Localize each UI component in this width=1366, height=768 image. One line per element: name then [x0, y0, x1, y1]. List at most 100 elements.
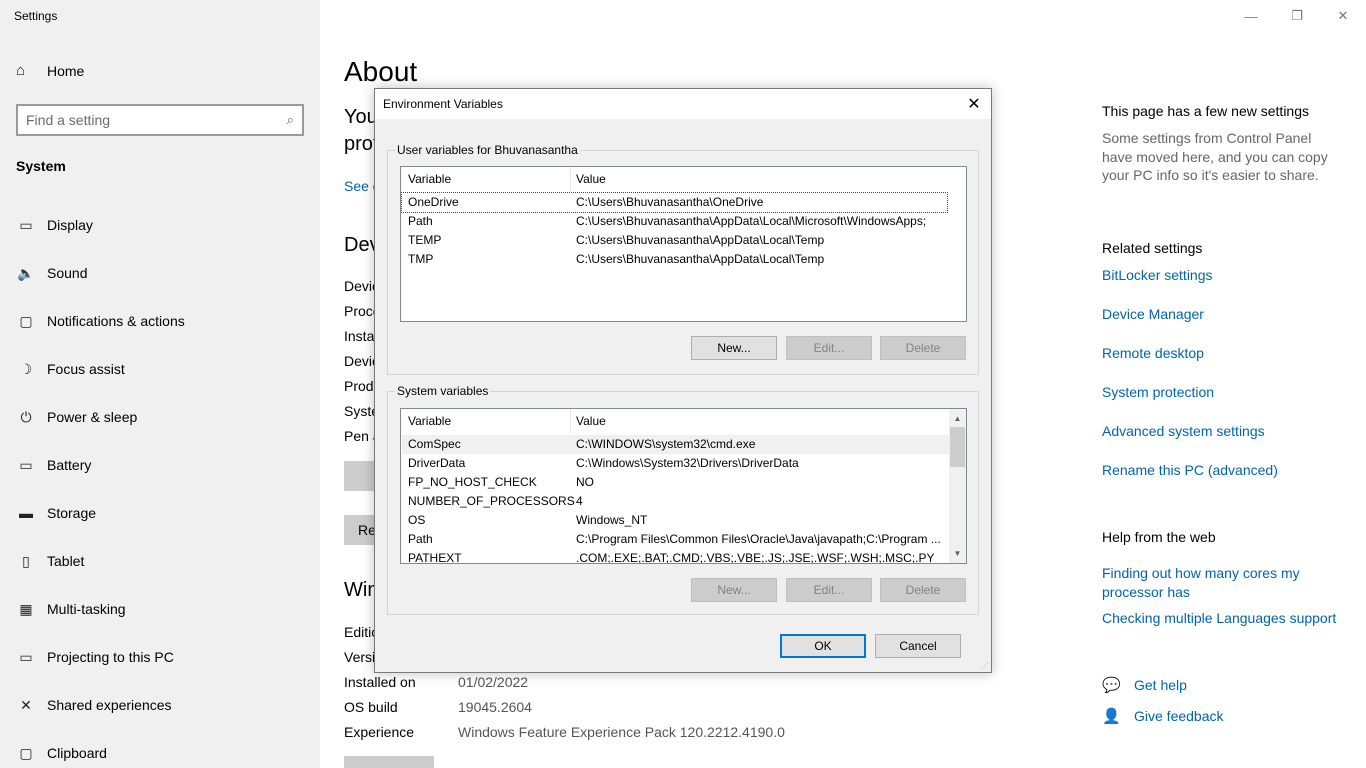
link-device-manager[interactable]: Device Manager: [1102, 305, 1352, 324]
link-cores[interactable]: Finding out how many cores my processor …: [1102, 564, 1332, 601]
environment-variables-dialog: Environment Variables ✕ User variables f…: [374, 88, 992, 673]
spec-key: Experience: [344, 724, 415, 740]
cancel-button[interactable]: Cancel: [875, 634, 961, 658]
link-advanced-system-settings[interactable]: Advanced system settings: [1102, 422, 1352, 441]
list-item[interactable]: TEMP C:\Users\Bhuvanasantha\AppData\Local…: [402, 231, 824, 250]
sidebar-item-label: Notifications & actions: [47, 313, 185, 329]
dialog-titlebar[interactable]: Environment Variables ✕: [375, 89, 991, 119]
list-item[interactable]: Path C:\Program Files\Common Files\Oracle…: [402, 530, 941, 549]
dialog-close-icon[interactable]: ✕: [963, 94, 985, 114]
sidebar-item-sound[interactable]: 🔈 Sound: [0, 249, 320, 297]
var-name: FP_NO_HOST_CHECK: [408, 475, 537, 489]
var-value: 4: [576, 494, 583, 508]
restore-icon[interactable]: ❐: [1274, 0, 1320, 32]
scroll-thumb[interactable]: [950, 427, 965, 467]
sidebar-item-power-sleep[interactable]: ⏻ Power & sleep: [0, 393, 320, 441]
ok-button[interactable]: OK: [780, 634, 866, 658]
new-settings-title: This page has a few new settings: [1102, 103, 1310, 119]
minimize-icon[interactable]: —: [1228, 0, 1274, 32]
related-settings-title: Related settings: [1102, 240, 1203, 256]
user-edit-button[interactable]: Edit...: [786, 336, 872, 360]
sidebar-item-label: Battery: [47, 457, 92, 473]
system-edit-button[interactable]: Edit...: [786, 578, 872, 602]
sidebar-item-storage[interactable]: ▬ Storage: [0, 489, 320, 537]
column-header-variable[interactable]: Variable: [401, 409, 571, 433]
list-item[interactable]: ComSpec C:\WINDOWS\system32\cmd.exe: [402, 435, 949, 454]
resize-grip-icon[interactable]: ⋰: [981, 661, 989, 670]
var-name: PATHEXT: [408, 551, 462, 564]
spec-value: Windows Feature Experience Pack 120.2212…: [458, 724, 785, 740]
sidebar-item-clipboard[interactable]: ▢ Clipboard: [0, 729, 320, 768]
list-item[interactable]: PATHEXT .COM;.EXE;.BAT;.CMD;.VBS;.VBE;.JS…: [402, 549, 935, 564]
sidebar-item-battery[interactable]: ▭ Battery: [0, 441, 320, 489]
sidebar-item-projecting[interactable]: ▭ Projecting to this PC: [0, 633, 320, 681]
list-item[interactable]: NUMBER_OF_PROCESSORS 4: [402, 492, 583, 511]
sidebar-item-display[interactable]: ▭ Display: [0, 201, 320, 249]
list-item[interactable]: Path C:\Users\Bhuvanasantha\AppData\Local…: [402, 212, 926, 231]
system-new-button[interactable]: New...: [691, 578, 777, 602]
tablet-icon: ▯: [22, 552, 30, 569]
user-new-button[interactable]: New...: [691, 336, 777, 360]
spec-key: OS build: [344, 699, 398, 715]
user-variables-label: User variables for Bhuvanasantha: [395, 143, 580, 157]
scroll-up-icon[interactable]: ▲: [949, 410, 966, 427]
column-header-value[interactable]: Value: [571, 409, 606, 433]
user-delete-button[interactable]: Delete: [880, 336, 966, 360]
list-item[interactable]: FP_NO_HOST_CHECK NO: [402, 473, 594, 492]
list-item[interactable]: OS Windows_NT: [402, 511, 647, 530]
sidebar-item-multitasking[interactable]: ▦ Multi-tasking: [0, 585, 320, 633]
var-value: C:\Users\Bhuvanasantha\AppData\Local\Tem…: [576, 252, 825, 266]
section-label: System: [16, 158, 66, 174]
column-header-variable[interactable]: Variable: [401, 167, 571, 191]
clipboard-icon: ▢: [19, 744, 33, 761]
var-value: Windows_NT: [576, 513, 648, 527]
close-icon[interactable]: ✕: [1320, 0, 1366, 32]
give-feedback-link[interactable]: 👤 Give feedback: [1102, 707, 1224, 725]
var-name: OS: [408, 513, 426, 527]
user-variables-list[interactable]: Variable Value OneDrive C:\Users\Bhuvanas…: [400, 166, 967, 322]
feedback-icon: 👤: [1102, 708, 1121, 725]
spec-row-experience: Experience Windows Feature Experience Pac…: [344, 724, 785, 740]
sidebar-item-label: Storage: [47, 505, 97, 521]
link-system-protection[interactable]: System protection: [1102, 383, 1352, 402]
list-header: Variable Value: [401, 409, 950, 433]
home-icon: ⌂: [16, 62, 26, 79]
copy-windows-button[interactable]: [344, 756, 434, 768]
sidebar-item-label: Focus assist: [47, 361, 125, 377]
sidebar-item-focus-assist[interactable]: ☽ Focus assist: [0, 345, 320, 393]
display-icon: ▭: [19, 216, 33, 233]
get-help-link[interactable]: 💬 Get help: [1102, 676, 1187, 694]
system-delete-button[interactable]: Delete: [880, 578, 966, 602]
column-header-value[interactable]: Value: [571, 167, 606, 191]
sidebar-item-label: Clipboard: [47, 745, 107, 761]
var-value: C:\Users\Bhuvanasantha\AppData\Local\Tem…: [576, 233, 825, 247]
sidebar-item-notifications[interactable]: ▢ Notifications & actions: [0, 297, 320, 345]
sidebar-home[interactable]: ⌂ Home: [16, 62, 84, 79]
var-name: NUMBER_OF_PROCESSORS: [408, 494, 575, 508]
scroll-down-icon[interactable]: ▼: [949, 545, 966, 562]
list-item[interactable]: DriverData C:\Windows\System32\Drivers\Dr…: [402, 454, 799, 473]
link-bitlocker[interactable]: BitLocker settings: [1102, 266, 1352, 285]
list-item[interactable]: OneDrive C:\Users\Bhuvanasantha\OneDrive: [401, 192, 948, 213]
page-title: About: [344, 56, 418, 87]
search-box[interactable]: ⌕: [16, 104, 304, 136]
security-heading-fragment: You: [344, 106, 378, 128]
system-variables-list[interactable]: Variable Value ComSpec C:\WINDOWS\system3…: [400, 408, 967, 564]
link-rename-pc[interactable]: Rename this PC (advanced): [1102, 461, 1352, 480]
sidebar-item-tablet[interactable]: ▯ Tablet: [0, 537, 320, 585]
sidebar-item-shared-experiences[interactable]: ✕ Shared experiences: [0, 681, 320, 729]
sidebar-item-label: Display: [47, 217, 93, 233]
search-icon[interactable]: ⌕: [287, 112, 294, 128]
list-item[interactable]: TMP C:\Users\Bhuvanasantha\AppData\Local\…: [402, 250, 824, 269]
battery-icon: ▭: [19, 456, 33, 473]
search-input[interactable]: [26, 112, 287, 128]
var-value: NO: [576, 475, 594, 489]
link-remote-desktop[interactable]: Remote desktop: [1102, 344, 1352, 363]
projecting-icon: ▭: [19, 648, 33, 665]
spec-label: Instal: [344, 328, 378, 344]
link-languages[interactable]: Checking multiple Languages support: [1102, 609, 1352, 628]
system-list-scrollbar[interactable]: ▲ ▼: [949, 409, 966, 563]
sidebar-item-label: Projecting to this PC: [47, 649, 174, 665]
var-value: .COM;.EXE;.BAT;.CMD;.VBS;.VBE;.JS;.JSE;.…: [576, 551, 935, 564]
power-icon: ⏻: [20, 408, 32, 425]
